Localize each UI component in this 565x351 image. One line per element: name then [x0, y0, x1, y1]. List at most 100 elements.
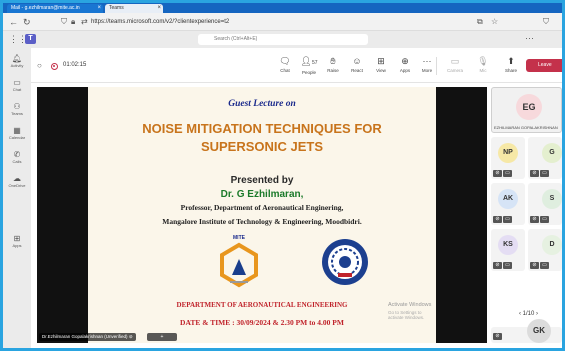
share-icon: ⬆: [507, 56, 515, 66]
people-button[interactable]: 👤︎57 People: [297, 56, 321, 76]
video-off-icon: ▭: [503, 262, 512, 269]
close-icon[interactable]: ×: [157, 4, 161, 13]
chat-icon: 🗨︎: [279, 56, 291, 66]
recording-icon: [51, 63, 58, 70]
gallery-pager: ‹ 1/10 ›: [519, 311, 539, 317]
reload-icon[interactable]: ↻: [23, 16, 31, 28]
teams-icon: ⚇: [13, 102, 21, 111]
video-off-icon: ▭: [540, 216, 549, 223]
rail-item-onedrive[interactable]: ☁ OneDrive: [7, 174, 27, 188]
apps-icon: ⊞: [13, 234, 21, 243]
shield-icon[interactable]: ⛉: [61, 16, 67, 28]
rail-item-activity[interactable]: 🔔︎ Activity: [7, 54, 27, 68]
rail-item-calls[interactable]: ✆ Calls: [7, 150, 27, 164]
avatar: GK: [527, 319, 551, 343]
presenter-designation: Professor, Department of Aeronautical En…: [180, 203, 344, 212]
meeting-toolbar: ○ 01:02:15 🗨︎ Chat 👤︎57 People ✋︎ Raise …: [31, 48, 562, 83]
avatar: G: [542, 143, 562, 163]
people-icon: 👤︎57: [300, 56, 318, 66]
slide-subtitle: Guest Lecture on: [228, 99, 296, 109]
camera-button[interactable]: ▭ Camera: [443, 56, 467, 74]
participant-gallery: EG EZHILMARAN GOPALAKRISHNAN NP ⊘ ▭ G ⊘ …: [489, 87, 562, 343]
url-field[interactable]: https://teams.microsoft.com/v2/?clientex…: [91, 16, 451, 28]
video-off-icon: ▭: [503, 170, 512, 177]
react-button[interactable]: ☺ React: [345, 56, 369, 74]
meeting-window: ○ 01:02:15 🗨︎ Chat 👤︎57 People ✋︎ Raise …: [31, 48, 562, 348]
more-options-icon[interactable]: ···: [525, 33, 534, 43]
lock-icon[interactable]: 🔒︎: [71, 16, 75, 28]
phone-icon: ✆: [13, 150, 21, 159]
search-input[interactable]: Search (Ctrl+Alt+E): [198, 34, 368, 45]
activate-windows-watermark: Activate Windows: [388, 302, 432, 308]
presentation-slide: Guest Lecture on NOISE MITIGATION TECHNI…: [88, 87, 436, 343]
rail-item-calendar[interactable]: ▦ Calendar: [7, 126, 27, 140]
participant-tile[interactable]: NP ⊘ ▭: [491, 137, 525, 179]
permissions-icon[interactable]: ⇄: [81, 16, 88, 28]
app-rail: 🔔︎ Activity ▭ Chat ⚇ Teams ▦ Calendar ✆ …: [3, 48, 31, 348]
back-icon[interactable]: ←: [9, 16, 18, 28]
mic-off-icon: ⊘: [493, 216, 502, 223]
stage-zoom-button[interactable]: +: [147, 333, 177, 341]
slide-datetime: DATE & TIME : 30/09/2024 & 2.30 PM to 4.…: [180, 318, 344, 327]
mite-logo-icon: [220, 242, 258, 288]
view-button[interactable]: ⊞ View: [369, 56, 393, 74]
cloud-icon: ☁: [13, 174, 21, 183]
participant-tile[interactable]: KS ⊘ ▭: [491, 229, 525, 271]
mic-button[interactable]: 🎙︎ Mic: [471, 56, 495, 74]
screen-frame: Mail - g.ezhilmaran@mite.ac.in × Teams ×…: [3, 3, 562, 348]
avatar: NP: [498, 143, 518, 163]
bookmark-star-icon[interactable]: ☆: [491, 16, 498, 28]
browser-tab-strip: Mail - g.ezhilmaran@mite.ac.in × Teams ×: [3, 3, 562, 13]
apps-icon: ⊕: [401, 56, 409, 66]
mic-off-icon: ⊘: [493, 262, 502, 269]
chat-button[interactable]: 🗨︎ Chat: [273, 56, 297, 74]
activate-windows-hint: Go to Settings to activate Windows.: [388, 310, 425, 320]
teams-header: ⋮⋮ T ⌕ Search (Ctrl+Alt+E) ···: [3, 31, 562, 48]
meeting-chat-icon[interactable]: ○: [37, 61, 42, 70]
toolbar-divider: [436, 57, 437, 75]
close-icon[interactable]: ×: [97, 4, 101, 13]
avatar: S: [542, 189, 562, 209]
chevron-left-icon[interactable]: ‹: [519, 311, 521, 317]
teams-logo-icon: T: [25, 34, 36, 44]
people-count: 57: [311, 60, 318, 66]
smiley-icon: ☺: [352, 56, 362, 66]
participant-tile[interactable]: S ⊘ ▭: [528, 183, 562, 225]
hand-icon: ✋︎: [330, 56, 336, 66]
rail-item-chat[interactable]: ▭ Chat: [7, 78, 27, 92]
rail-item-apps[interactable]: ⊞ Apps: [7, 234, 27, 248]
browser-tab-mail[interactable]: Mail - g.ezhilmaran@mite.ac.in ×: [7, 4, 103, 13]
slide-title-line1: NOISE MITIGATION TECHNIQUES FOR: [142, 121, 382, 136]
avatar: AK: [498, 189, 518, 209]
raise-hand-button[interactable]: ✋︎ Raise: [321, 56, 345, 74]
presenter-name: Dr. G Ezhilmaran,: [220, 189, 304, 200]
participant-tile[interactable]: EG EZHILMARAN GOPALAKRISHNAN: [491, 87, 562, 133]
shared-screen-stage: Guest Lecture on NOISE MITIGATION TECHNI…: [37, 87, 487, 343]
video-off-icon: ▭: [540, 170, 549, 177]
avatar: D: [542, 235, 562, 255]
mic-off-icon: ⊘: [493, 170, 502, 177]
presenter-institute: Mangalore Institute of Technology & Engi…: [162, 217, 362, 226]
rail-item-teams[interactable]: ⚇ Teams: [7, 102, 27, 116]
participant-tile[interactable]: D ⊘ ▭: [528, 229, 562, 271]
share-button[interactable]: ⬆ Share: [499, 56, 523, 74]
mic-off-icon: ⊘: [530, 262, 539, 269]
participant-tile[interactable]: AK ⊘ ▭: [491, 183, 525, 225]
browser-tab-teams[interactable]: Teams ×: [105, 4, 163, 13]
apps-button[interactable]: ⊕ Apps: [393, 56, 417, 74]
participant-tile[interactable]: G ⊘ ▭: [528, 137, 562, 179]
shield-icon[interactable]: ⛉: [543, 16, 549, 28]
participant-tile[interactable]: GK ⊘: [491, 319, 562, 343]
chat-icon: ▭: [13, 78, 21, 87]
translate-icon[interactable]: ⧉: [477, 16, 483, 28]
mic-off-icon: ⊘: [530, 170, 539, 177]
mic-off-icon: 🎙︎: [477, 56, 489, 66]
mic-off-icon: ⊘: [493, 333, 502, 340]
presented-by-label: Presented by: [230, 175, 294, 186]
tab-label: Mail - g.ezhilmaran@mite.ac.in: [11, 5, 80, 11]
meeting-timer: 01:02:15: [63, 62, 87, 68]
presenter-name-tag: Dr.Ezhilmaran Gopalakrishnan (Unverified…: [39, 333, 136, 341]
chevron-right-icon[interactable]: ›: [536, 311, 538, 317]
leave-button[interactable]: Leave: [526, 59, 562, 72]
camera-off-icon: ▭: [450, 56, 460, 66]
